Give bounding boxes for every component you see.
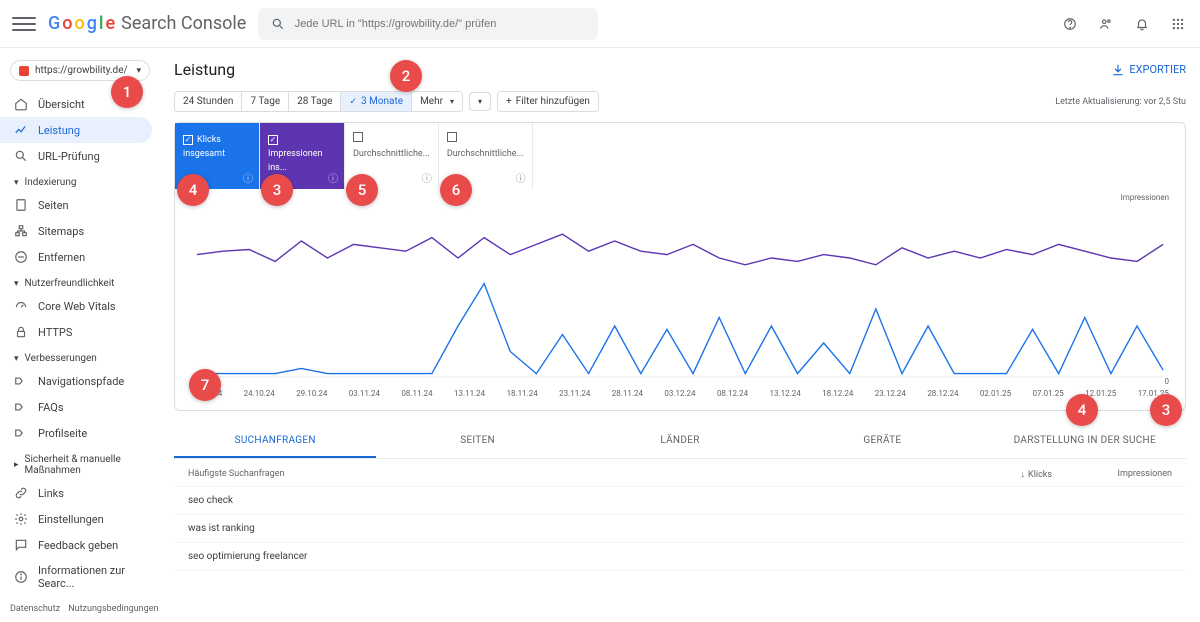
info-icon (14, 570, 28, 584)
help-icon[interactable] (1060, 14, 1080, 34)
sidebar-item-profile[interactable]: Profilseite (0, 420, 152, 446)
sitemap-icon (14, 224, 28, 238)
search-icon (268, 14, 286, 34)
lock-icon (14, 325, 28, 339)
speed-icon (14, 299, 28, 313)
sidebar-item-links[interactable]: Links (0, 480, 152, 506)
tag-icon (14, 400, 28, 414)
sidebar-section-enhancements[interactable]: ▾Verbesserungen (0, 345, 160, 368)
data-tab[interactable]: SUCHANFRAGEN (174, 425, 376, 458)
tag-icon (14, 426, 28, 440)
info-icon: ⓘ (243, 170, 253, 185)
metric-tab[interactable]: ✓Klicks insgesamtⓘ (175, 123, 260, 189)
last-update-text: Letzte Aktualisierung: vor 2,5 Stu (1055, 97, 1186, 107)
sidebar-section-experience[interactable]: ▾Nutzerfreundlichkeit (0, 270, 160, 293)
sidebar-item-removals[interactable]: Entfernen (0, 244, 152, 270)
performance-chart: Impressionen 19.10.2424.10.2429.10.2403.… (175, 189, 1185, 410)
info-icon: ⓘ (516, 170, 526, 185)
sidebar-item-url-inspection[interactable]: URL-Prüfung (0, 143, 152, 169)
date-pill[interactable]: 7 Tage (242, 92, 289, 111)
page-title: Leistung (174, 60, 235, 79)
logo: Google Search Console (48, 13, 246, 34)
tag-icon (14, 374, 28, 388)
metric-tab[interactable]: ✓Impressionen ins...ⓘ (260, 123, 345, 189)
url-search-box[interactable] (258, 8, 598, 40)
sidebar-item-settings[interactable]: Einstellungen (0, 506, 152, 532)
property-color-icon (19, 66, 29, 76)
export-button[interactable]: EXPORTIER (1111, 63, 1186, 77)
date-pill[interactable]: 24 Stunden (175, 92, 242, 111)
date-pill[interactable]: Mehr▾ (412, 92, 462, 111)
table-header: Häufigste Suchanfragen ↓Klicks Impressio… (174, 459, 1186, 487)
sort-down-icon: ↓ (1021, 469, 1026, 480)
table-row[interactable]: seo optimierung freelancer (174, 543, 1186, 571)
sidebar-item-cwv[interactable]: Core Web Vitals (0, 293, 152, 319)
trend-icon (14, 123, 28, 137)
x-axis-labels: 19.10.2424.10.2429.10.2403.11.2408.11.24… (187, 387, 1173, 406)
main-content: Leistung EXPORTIER 24 Stunden7 Tage28 Ta… (160, 48, 1200, 602)
page-icon (14, 198, 28, 212)
th-queries: Häufigste Suchanfragen (188, 469, 972, 480)
chevron-down-icon: ▾ (136, 66, 141, 76)
sidebar-item-faqs[interactable]: FAQs (0, 394, 152, 420)
apps-grid-icon[interactable] (1168, 14, 1188, 34)
plus-icon: + (506, 96, 512, 107)
sidebar-item-feedback[interactable]: Feedback geben (0, 532, 152, 558)
feedback-icon (14, 538, 28, 552)
info-icon: ⓘ (328, 170, 338, 185)
info-icon: ⓘ (422, 170, 432, 185)
data-tab[interactable]: GERÄTE (781, 425, 983, 458)
search-icon (14, 149, 28, 163)
metric-tab[interactable]: Durchschnittliche...ⓘ (439, 123, 533, 189)
sidebar-item-pages[interactable]: Seiten (0, 192, 152, 218)
chevron-down-icon: ▾ (478, 97, 482, 106)
date-pill[interactable]: 28 Tage (289, 92, 341, 111)
sidebar-item-overview[interactable]: Übersicht (0, 91, 152, 117)
footer-privacy[interactable]: Datenschutz (10, 604, 60, 614)
data-tabs: SUCHANFRAGENSEITENLÄNDERGERÄTEDARSTELLUN… (174, 425, 1186, 459)
date-range-pills: 24 Stunden7 Tage28 Tage✓3 MonateMehr▾ (174, 91, 463, 112)
remove-icon (14, 250, 28, 264)
link-icon (14, 486, 28, 500)
home-icon (14, 97, 28, 111)
sidebar-item-performance[interactable]: Leistung (0, 117, 152, 143)
table-row[interactable]: was ist ranking (174, 515, 1186, 543)
sidebar-item-about[interactable]: Informationen zur Searc... (0, 558, 152, 596)
data-tab[interactable]: DARSTELLUNG IN DER SUCHE (984, 425, 1186, 458)
add-filter-button[interactable]: +Filter hinzufügen (497, 91, 599, 112)
sidebar-item-https[interactable]: HTTPS (0, 319, 152, 345)
gear-icon (14, 512, 28, 526)
sidebar-section-security[interactable]: ▸Sicherheit & manuelle Maßnahmen (0, 446, 160, 480)
table-row[interactable]: seo check (174, 487, 1186, 515)
people-icon[interactable] (1096, 14, 1116, 34)
th-clicks[interactable]: ↓Klicks (972, 469, 1052, 480)
filter-chip[interactable]: ▾ (469, 92, 491, 111)
metric-tab[interactable]: Durchschnittliche...ⓘ (345, 123, 439, 189)
footer-terms[interactable]: Nutzungsbedingungen (68, 604, 158, 614)
sidebar-item-sitemaps[interactable]: Sitemaps (0, 218, 152, 244)
data-tab[interactable]: SEITEN (376, 425, 578, 458)
property-label: https://growbility.de/ (35, 65, 128, 76)
sidebar-section-indexing[interactable]: ▾Indexierung (0, 169, 160, 192)
y-axis-zero: 0 (1165, 377, 1170, 386)
bell-icon[interactable] (1132, 14, 1152, 34)
footer-links: Datenschutz Nutzungsbedingungen (0, 596, 160, 622)
data-tab[interactable]: LÄNDER (579, 425, 781, 458)
sidebar: https://growbility.de/ ▾ Übersicht Leist… (0, 48, 160, 602)
metric-tabs: ✓Klicks insgesamtⓘ✓Impressionen ins...ⓘD… (175, 123, 1185, 189)
property-selector[interactable]: https://growbility.de/ ▾ (10, 60, 150, 81)
th-impressions[interactable]: Impressionen (1092, 469, 1172, 480)
hamburger-menu-icon[interactable] (12, 12, 36, 36)
y-axis-label: Impressionen (1121, 193, 1169, 202)
url-search-input[interactable] (295, 18, 589, 30)
sidebar-item-breadcrumbs[interactable]: Navigationspfade (0, 368, 152, 394)
date-pill[interactable]: ✓3 Monate (341, 92, 412, 111)
